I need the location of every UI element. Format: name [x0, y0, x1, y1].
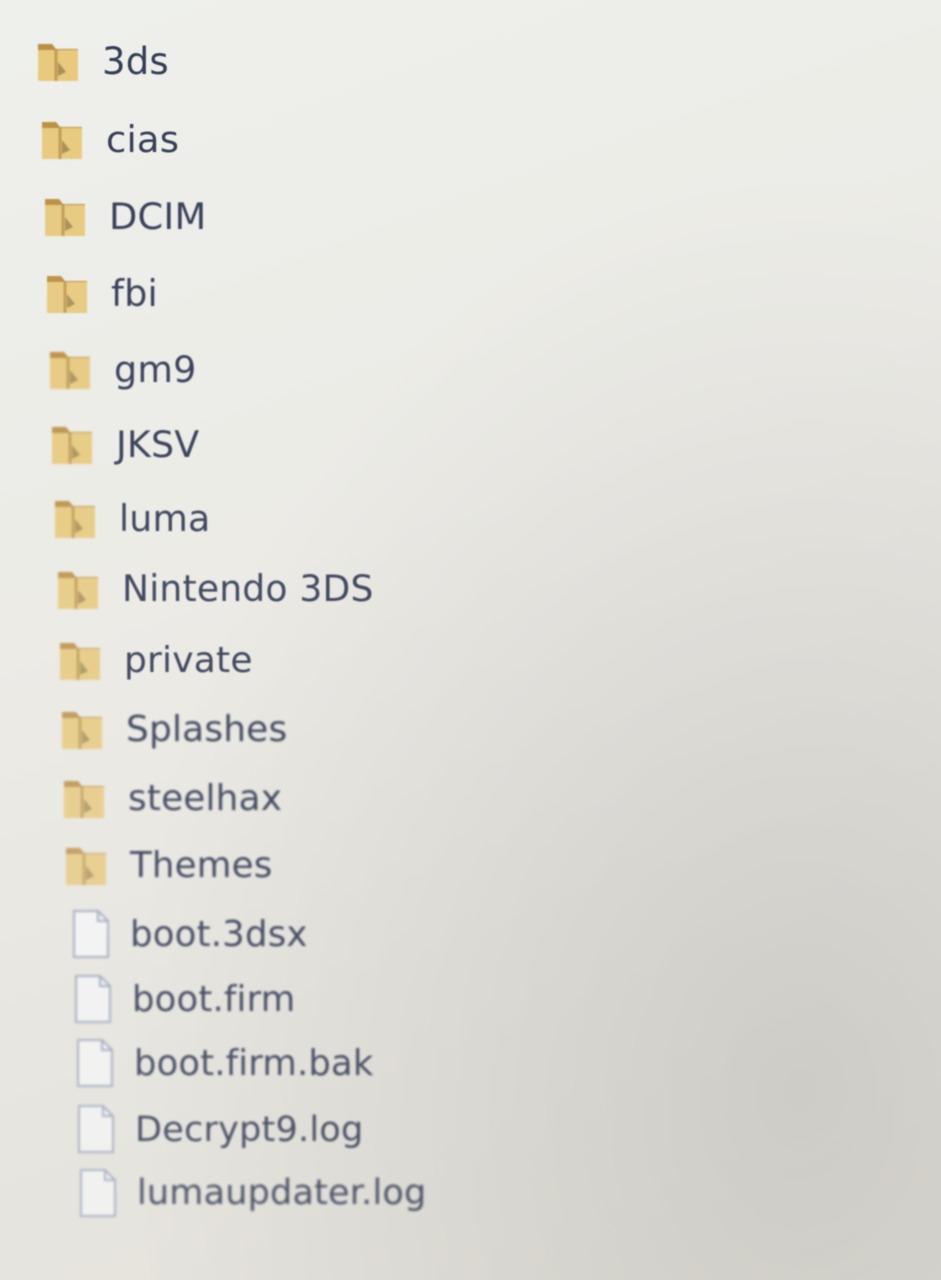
- item-label: cias: [106, 117, 180, 161]
- file-list: 3ds cias DCIM fbi gm9 JKSV luma Nintendo…: [0, 0, 941, 1280]
- file-icon: [74, 1037, 116, 1089]
- list-item-folder[interactable]: steelhax: [60, 767, 282, 829]
- item-label: Decrypt9.log: [135, 1108, 364, 1150]
- list-item-folder[interactable]: DCIM: [41, 185, 206, 247]
- item-label: DCIM: [109, 194, 207, 238]
- item-label: JKSV: [116, 422, 200, 466]
- folder-icon: [38, 114, 88, 164]
- folder-icon: [51, 493, 101, 543]
- item-label: boot.firm: [132, 978, 296, 1020]
- item-label: fbi: [111, 271, 158, 315]
- item-label: Nintendo 3DS: [122, 568, 374, 610]
- item-label: Splashes: [126, 708, 288, 750]
- list-item-file[interactable]: boot.firm.bak: [74, 1032, 373, 1094]
- folder-icon: [41, 191, 91, 241]
- folder-icon: [48, 419, 98, 469]
- folder-icon: [34, 36, 84, 86]
- list-item-folder[interactable]: Splashes: [58, 698, 287, 760]
- item-label: boot.3dsx: [130, 913, 308, 955]
- list-item-file[interactable]: Decrypt9.log: [75, 1098, 363, 1160]
- file-icon: [70, 908, 112, 960]
- item-label: boot.firm.bak: [134, 1042, 374, 1084]
- list-item-folder[interactable]: JKSV: [48, 413, 199, 475]
- item-label: lumaupdater.log: [137, 1173, 427, 1213]
- list-item-folder[interactable]: cias: [38, 108, 179, 170]
- folder-icon: [54, 564, 104, 614]
- folder-icon: [62, 840, 112, 890]
- item-label: steelhax: [128, 777, 283, 819]
- list-item-file[interactable]: lumaupdater.log: [77, 1162, 426, 1224]
- folder-icon: [60, 773, 110, 823]
- file-icon: [72, 973, 114, 1025]
- list-item-file[interactable]: boot.3dsx: [70, 903, 308, 965]
- item-label: luma: [119, 496, 211, 540]
- item-label: Themes: [130, 844, 273, 886]
- list-item-folder[interactable]: Nintendo 3DS: [54, 558, 374, 620]
- item-label: private: [124, 639, 253, 681]
- list-item-folder[interactable]: 3ds: [34, 30, 169, 92]
- item-label: gm9: [114, 347, 197, 391]
- folder-icon: [43, 268, 93, 318]
- list-item-folder[interactable]: private: [56, 629, 253, 691]
- list-item-folder[interactable]: gm9: [46, 338, 197, 400]
- file-icon: [75, 1103, 117, 1155]
- folder-icon: [58, 704, 108, 754]
- folder-icon: [56, 635, 106, 685]
- item-label: 3ds: [102, 39, 169, 83]
- folder-icon: [46, 344, 96, 394]
- list-item-folder[interactable]: luma: [51, 487, 211, 549]
- file-icon: [77, 1167, 119, 1219]
- list-item-folder[interactable]: Themes: [62, 834, 272, 896]
- list-item-folder[interactable]: fbi: [43, 262, 158, 324]
- list-item-file[interactable]: boot.firm: [72, 968, 295, 1030]
